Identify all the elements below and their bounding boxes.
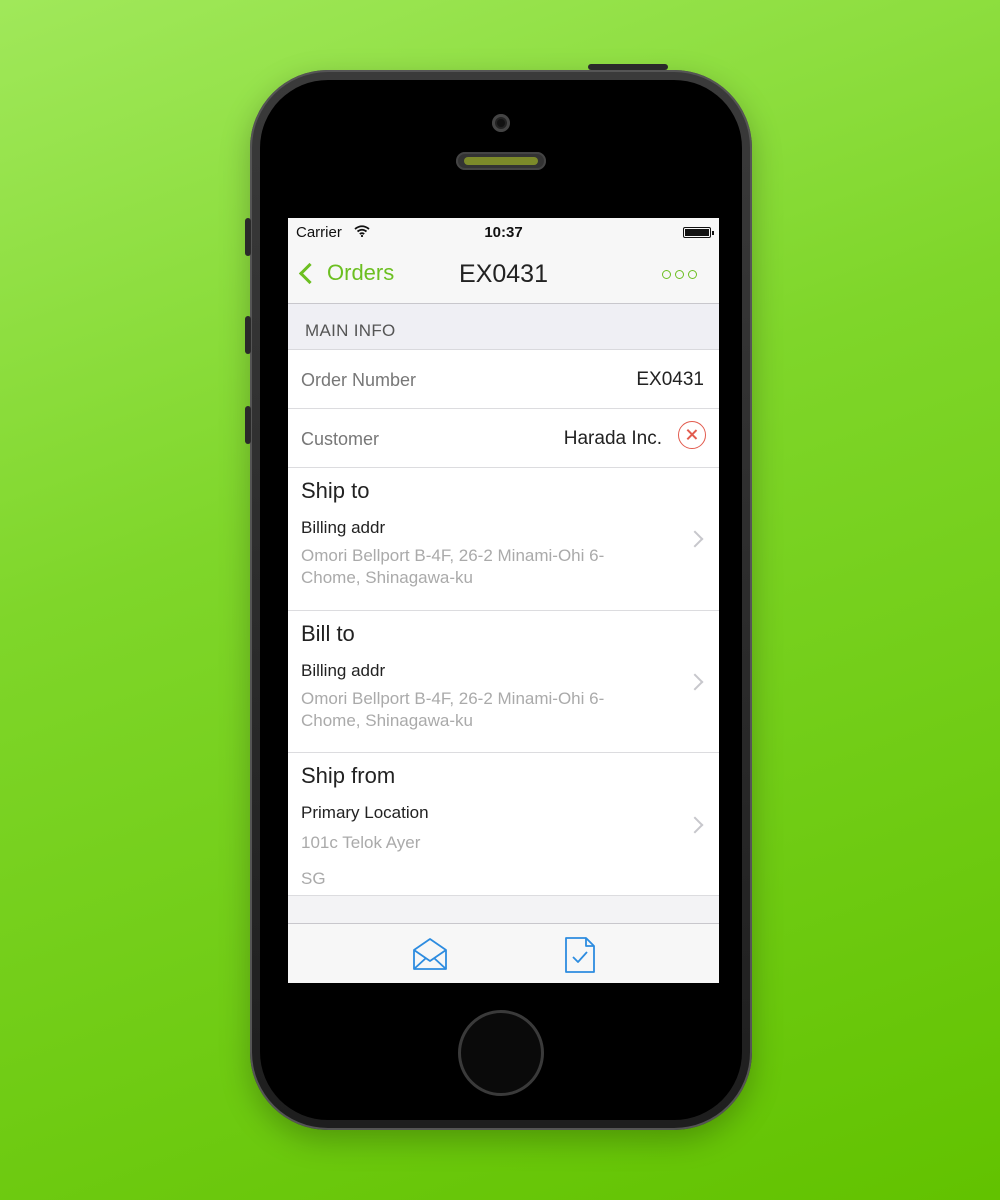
status-bar: Carrier 10:37 <box>288 218 719 248</box>
document-check-icon <box>565 937 595 973</box>
order-number-row: Order Number EX0431 <box>288 350 719 409</box>
ringer-switch <box>245 218 251 256</box>
chevron-left-icon <box>298 262 321 284</box>
more-dots-icon <box>662 270 671 279</box>
bill-to-address: Omori Bellport B-4F, 26-2 Minami-Ohi 6-C… <box>301 689 605 730</box>
more-dots-icon <box>675 270 684 279</box>
ship-from-address: 101c Telok Ayer <box>301 833 421 852</box>
more-dots-icon <box>688 270 697 279</box>
section-header-label: MAIN INFO <box>305 321 396 340</box>
bill-to-title: Bill to <box>301 621 355 646</box>
app-screen: Carrier 10:37 Orders EX0431 MAIN INFO Or… <box>288 218 719 983</box>
customer-row[interactable]: Customer Harada Inc. <box>288 409 719 468</box>
order-number-value: EX0431 <box>636 369 704 390</box>
bill-to-name: Billing addr <box>301 661 386 680</box>
home-button[interactable] <box>458 1010 544 1096</box>
front-camera <box>492 114 510 132</box>
battery-icon <box>683 227 714 238</box>
ship-to-name: Billing addr <box>301 518 386 537</box>
customer-value: Harada Inc. <box>563 428 662 449</box>
order-number-label: Order Number <box>301 370 417 390</box>
navigation-bar: Orders EX0431 <box>288 248 719 304</box>
back-button-label: Orders <box>327 260 395 285</box>
ship-to-address: Omori Bellport B-4F, 26-2 Minami-Ohi 6-C… <box>301 546 605 587</box>
back-button[interactable]: Orders <box>298 260 394 286</box>
chevron-right-icon <box>686 673 704 691</box>
power-button <box>588 64 668 70</box>
customer-label: Customer <box>301 429 380 449</box>
more-button[interactable] <box>662 270 697 279</box>
ship-from-title: Ship from <box>301 763 396 788</box>
ship-from-row[interactable]: Ship from Primary Location 101c Telok Ay… <box>288 753 719 896</box>
volume-down-button <box>245 406 251 444</box>
ship-from-name: Primary Location <box>301 803 429 822</box>
chevron-right-icon <box>686 530 704 548</box>
bottom-toolbar <box>288 923 719 983</box>
email-button[interactable] <box>412 936 448 972</box>
clear-customer-button[interactable] <box>678 421 706 449</box>
ship-from-country: SG <box>301 869 326 888</box>
chevron-right-icon <box>686 816 704 834</box>
ship-to-row[interactable]: Ship to Billing addr Omori Bellport B-4F… <box>288 468 719 611</box>
earpiece-speaker <box>456 152 546 170</box>
confirm-document-button[interactable] <box>562 936 598 973</box>
clock: 10:37 <box>484 224 523 241</box>
volume-up-button <box>245 316 251 354</box>
bill-to-row[interactable]: Bill to Billing addr Omori Bellport B-4F… <box>288 611 719 753</box>
ship-to-title: Ship to <box>301 478 370 503</box>
section-header-main-info: MAIN INFO <box>288 304 719 350</box>
envelope-open-icon <box>413 938 447 970</box>
